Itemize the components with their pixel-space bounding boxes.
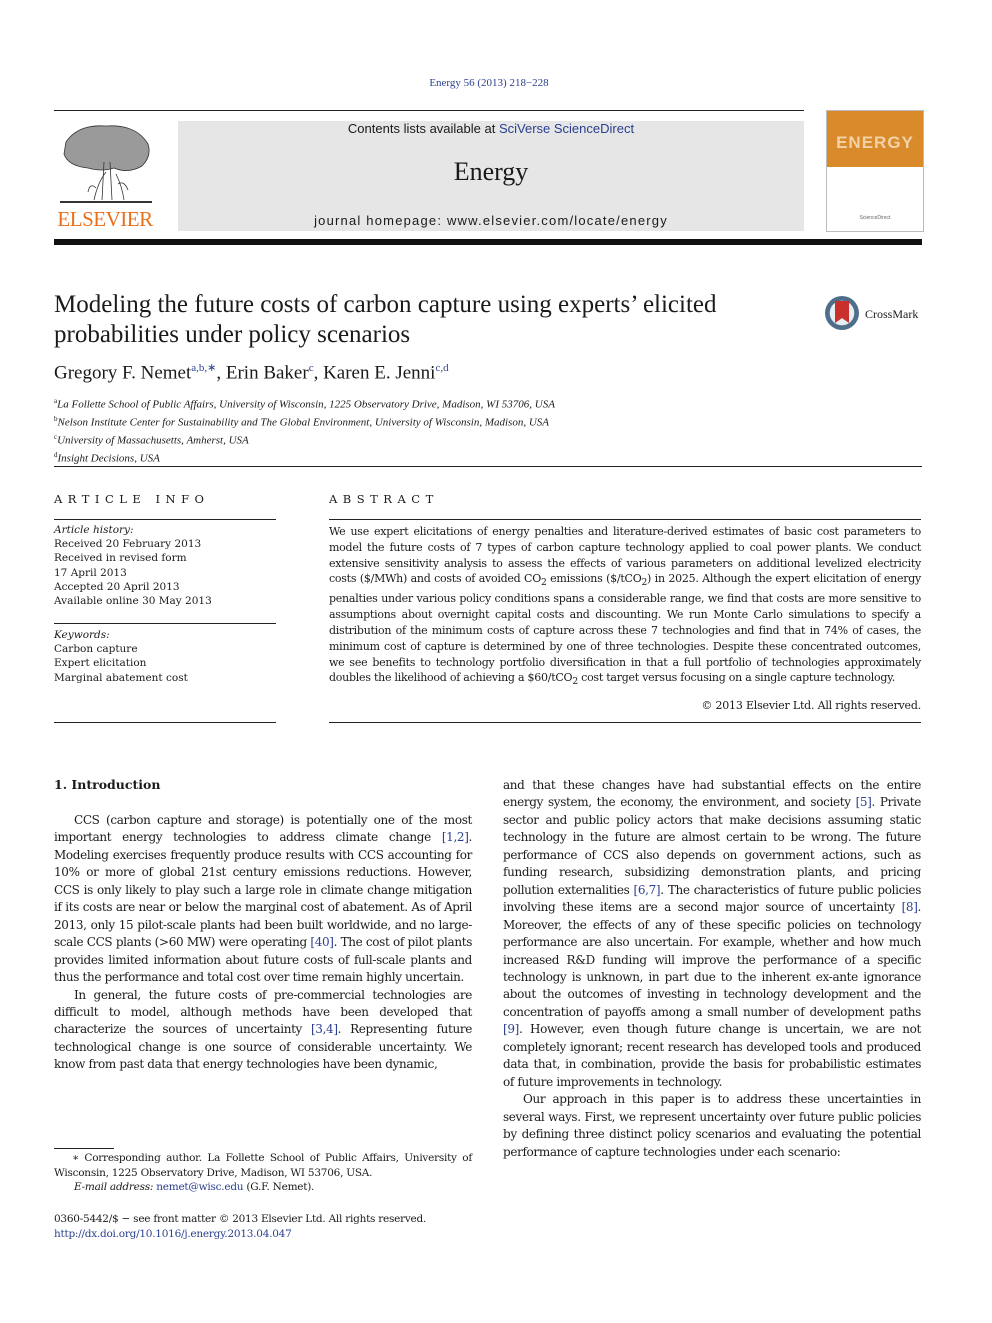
elsevier-logo: ELSEVIER <box>54 122 156 232</box>
email-link[interactable]: nemet@wisc.edu <box>156 1181 243 1193</box>
history-item: 17 April 2013 <box>54 566 127 579</box>
section-heading-introduction: 1. Introduction <box>54 777 161 792</box>
body-column-left: CCS (carbon capture and storage) is pote… <box>54 812 472 1074</box>
article-info-heading: ARTICLE INFO <box>54 492 210 506</box>
citation-link[interactable]: Energy 56 (2013) 218−228 <box>429 77 548 89</box>
author-name[interactable]: Erin Baker <box>226 362 309 383</box>
header-rule <box>54 110 804 111</box>
info-rule <box>54 623 276 624</box>
author-name[interactable]: Gregory F. Nemet <box>54 362 191 383</box>
footnote: ∗ Corresponding author. La Follette Scho… <box>54 1151 472 1195</box>
journal-banner: Contents lists available at SciVerse Sci… <box>178 121 804 231</box>
reference-link[interactable]: [8] <box>902 900 918 914</box>
contents-line: Contents lists available at SciVerse Sci… <box>347 121 635 136</box>
reference-link[interactable]: [3,4] <box>311 1022 338 1036</box>
paragraph: Our approach in this paper is to address… <box>503 1092 921 1159</box>
keywords-label: Keywords: <box>54 629 110 641</box>
footnote-rule <box>54 1148 114 1149</box>
body-column-right: and that these changes have had substant… <box>503 777 921 1161</box>
header-thick-rule <box>54 239 922 245</box>
corresponding-author-note: ∗ Corresponding author. La Follette Scho… <box>54 1152 472 1179</box>
article-history: Article history: Received 20 February 20… <box>54 523 276 608</box>
crossmark-button[interactable]: CrossMark <box>825 296 935 336</box>
affiliation: cUniversity of Massachusetts, Amherst, U… <box>54 432 249 447</box>
article-title: Modeling the future costs of carbon capt… <box>54 291 717 348</box>
elsevier-wordmark: ELSEVIER <box>57 207 153 231</box>
reference-link[interactable]: [6,7] <box>634 883 661 897</box>
info-rule <box>54 722 276 723</box>
affiliation: dInsight Decisions, USA <box>54 450 160 465</box>
cover-publisher: ScienceDirect <box>859 215 891 221</box>
history-label: Article history: <box>54 524 134 536</box>
abstract-body: We use expert elicitations of energy pen… <box>329 525 922 688</box>
author-affil-link[interactable]: a,b,∗ <box>191 362 216 374</box>
reference-link[interactable]: [40] <box>310 935 334 949</box>
abstract-copyright: © 2013 Elsevier Ltd. All rights reserved… <box>701 699 921 712</box>
author-affil-link[interactable]: c,d <box>435 362 448 374</box>
abstract-rule <box>329 519 921 520</box>
reference-link[interactable]: [9] <box>503 1022 519 1036</box>
sciencedirect-link[interactable]: SciVerse ScienceDirect <box>499 121 634 136</box>
cover-title: ENERGY <box>836 133 914 152</box>
author-name[interactable]: Karen E. Jenni <box>323 362 435 383</box>
author-list: Gregory F. Nemeta,b,∗, Erin Bakerc, Kare… <box>54 362 449 384</box>
info-rule <box>54 519 276 520</box>
abstract-rule <box>329 722 921 723</box>
paragraph: In general, the future costs of pre-comm… <box>54 987 472 1072</box>
issn-block: 0360-5442/$ − see front matter © 2013 El… <box>54 1212 494 1241</box>
affiliations: aLa Follette School of Public Affairs, U… <box>54 394 555 465</box>
doi-link[interactable]: http://dx.doi.org/10.1016/j.energy.2013.… <box>54 1228 292 1240</box>
keyword: Carbon capture <box>54 643 138 656</box>
reference-link[interactable]: [5] <box>856 795 872 809</box>
journal-name: Energy <box>453 157 529 186</box>
journal-citation[interactable]: Energy 56 (2013) 218−228 <box>0 77 978 89</box>
issn-line: 0360-5442/$ − see front matter © 2013 El… <box>54 1213 427 1225</box>
keywords: Keywords: Carbon capture Expert elicitat… <box>54 628 276 685</box>
crossmark-label: CrossMark <box>865 307 919 321</box>
tree-logo-icon <box>60 125 152 203</box>
journal-cover-thumbnail[interactable]: ENERGY ScienceDirect <box>826 110 924 232</box>
paragraph: CCS (carbon capture and storage) is pote… <box>54 813 473 985</box>
author-affil-link[interactable]: c <box>309 362 314 374</box>
email-line: E-mail address: nemet@wisc.edu (G.F. Nem… <box>74 1181 315 1193</box>
keyword: Marginal abatement cost <box>54 671 188 684</box>
history-item: Accepted 20 April 2013 <box>54 580 180 593</box>
abstract-heading: ABSTRACT <box>329 492 439 506</box>
history-item: Received 20 February 2013 <box>54 538 202 551</box>
history-item: Received in revised form <box>54 552 187 565</box>
keyword: Expert elicitation <box>54 657 147 670</box>
history-item: Available online 30 May 2013 <box>54 595 212 608</box>
affiliation-rule <box>54 466 922 467</box>
reference-link[interactable]: [1,2] <box>442 830 469 844</box>
journal-homepage[interactable]: journal homepage: www.elsevier.com/locat… <box>178 213 804 228</box>
affiliation: bNelson Institute Center for Sustainabil… <box>54 414 550 429</box>
affiliation: aLa Follette School of Public Affairs, U… <box>54 397 555 411</box>
paragraph: and that these changes have had substant… <box>503 778 921 1089</box>
